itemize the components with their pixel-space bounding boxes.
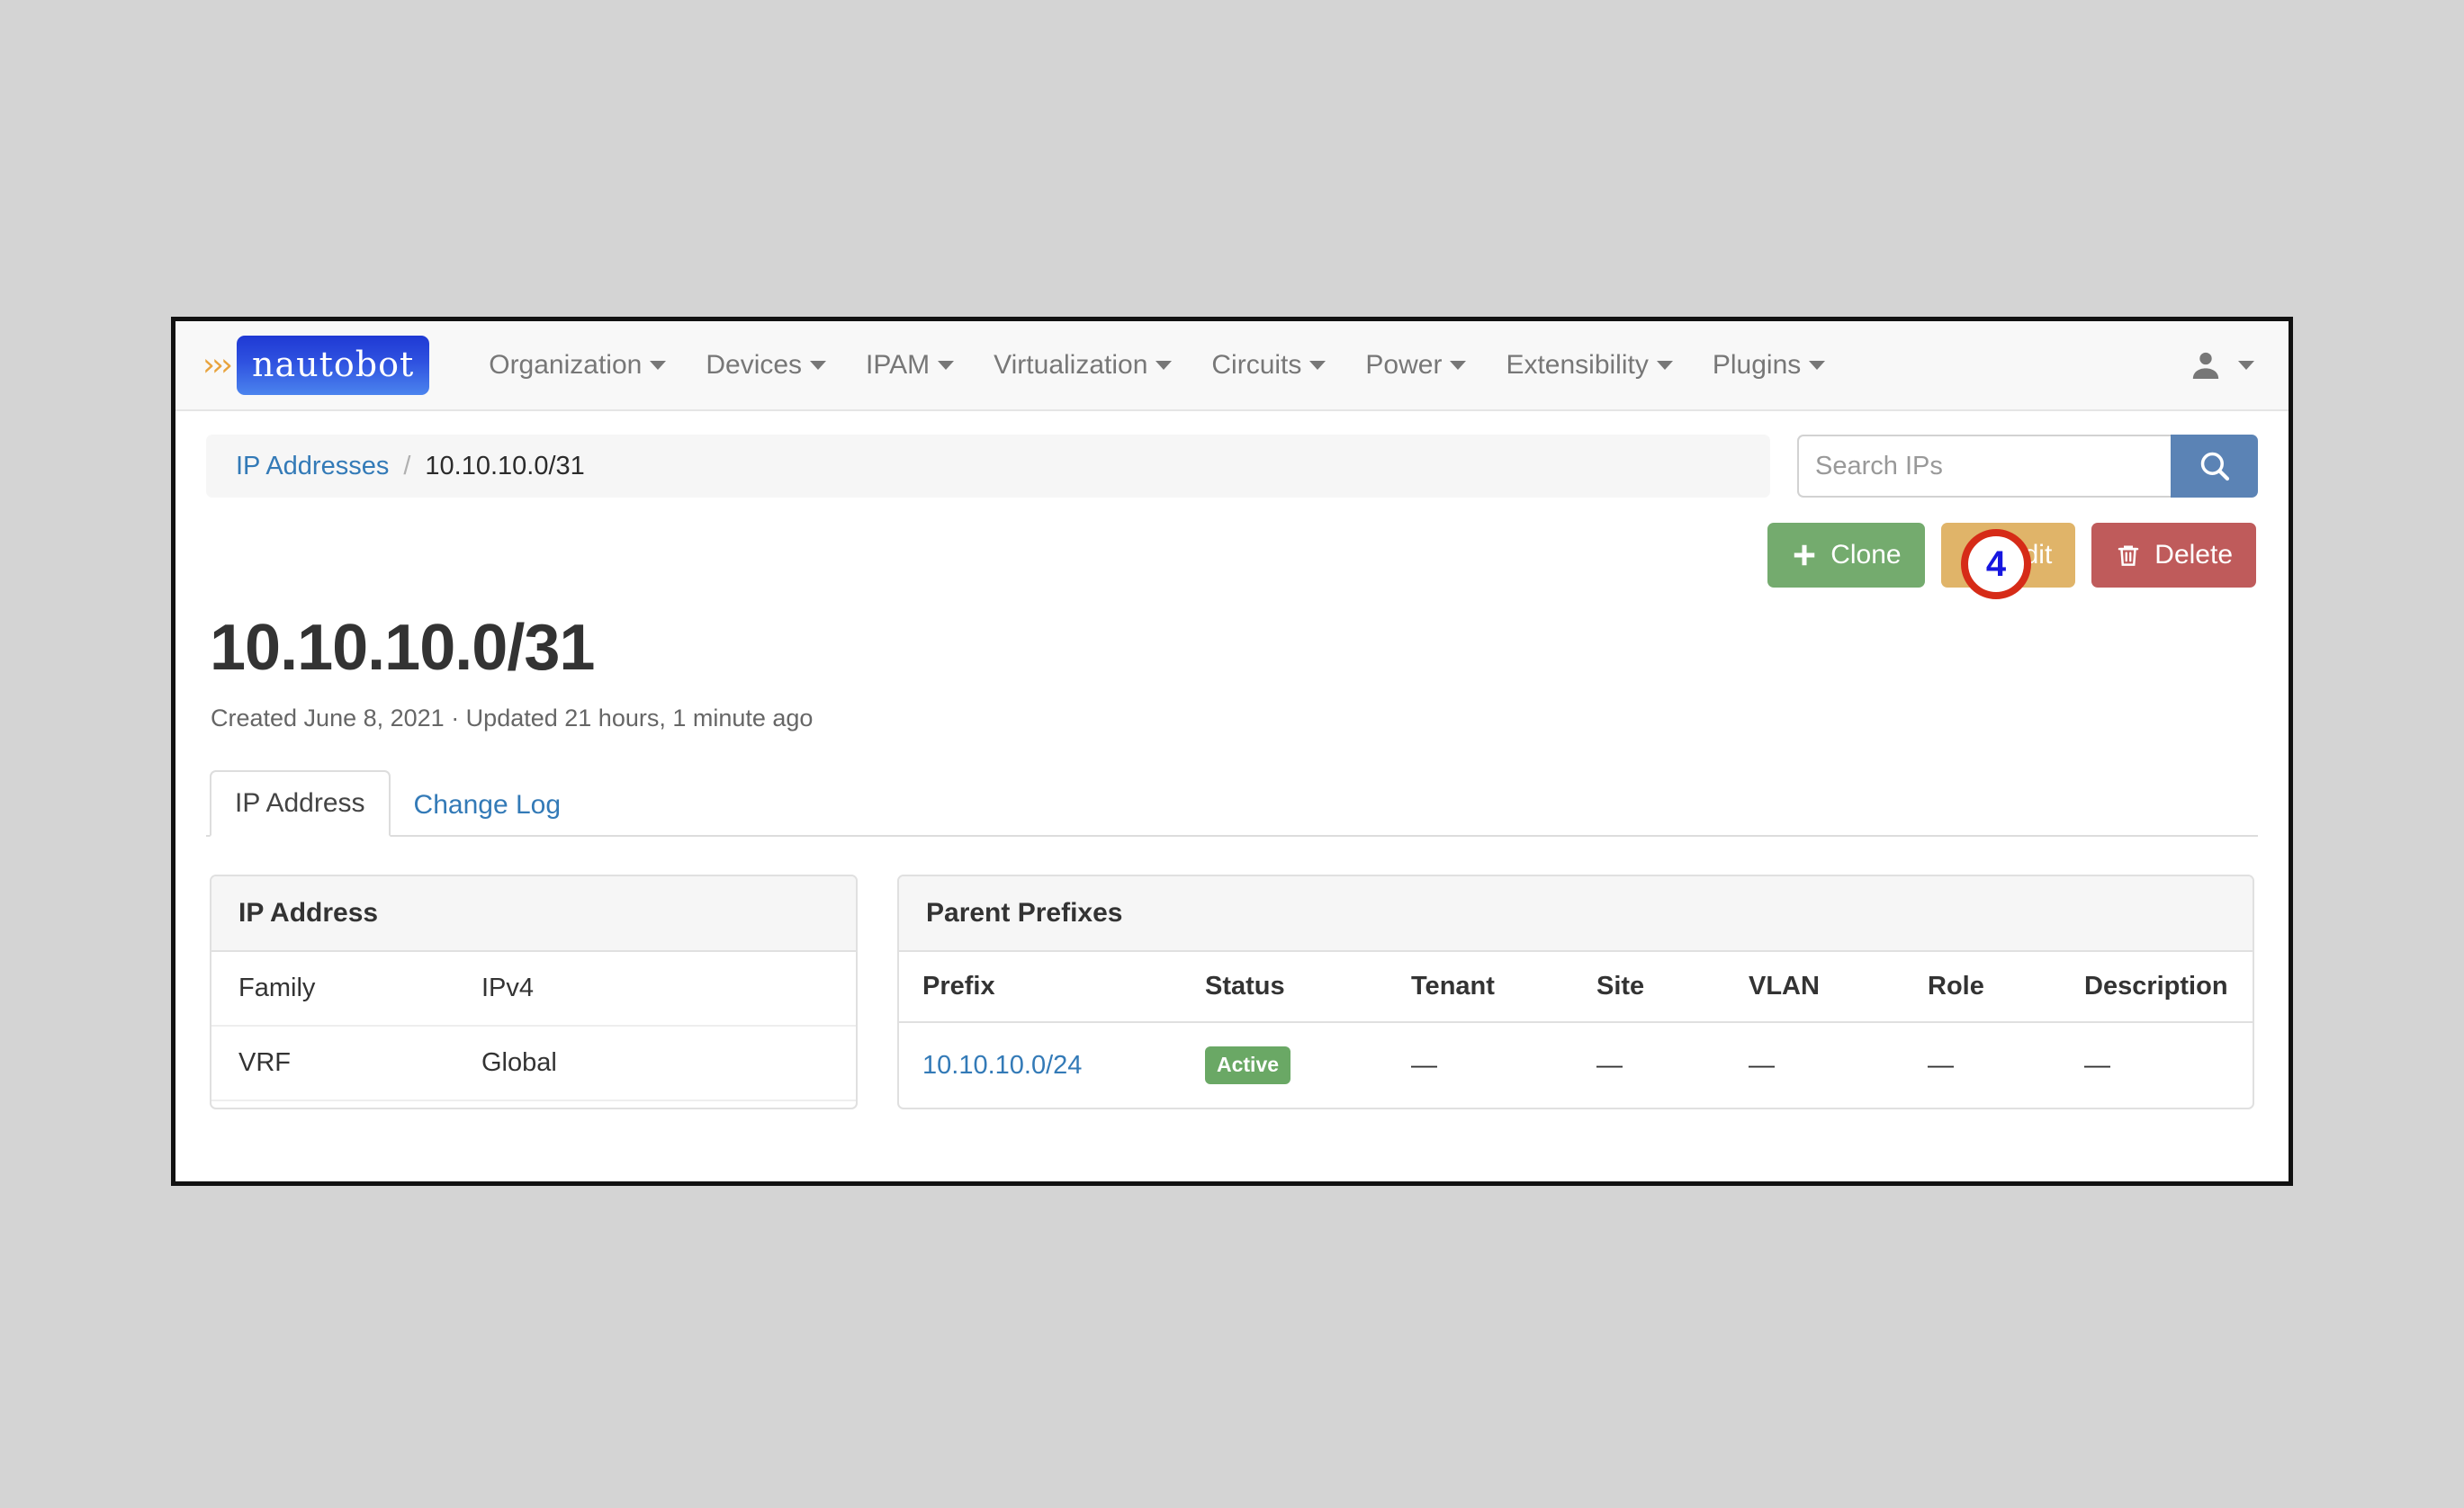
row-value: Global bbox=[454, 1026, 856, 1100]
trash-icon bbox=[2115, 542, 2142, 569]
nav-item-extensibility[interactable]: Extensibility bbox=[1486, 350, 1692, 381]
search-input[interactable] bbox=[1797, 435, 2171, 498]
plus-icon bbox=[1791, 542, 1818, 569]
screenshot-canvas: ››› nautobot Organization Devices IPAM V… bbox=[0, 0, 2464, 1508]
row-key: VRF bbox=[211, 1026, 454, 1100]
column-header-status: Status bbox=[1205, 952, 1411, 1022]
chevron-down-icon bbox=[810, 361, 826, 370]
column-header-tenant: Tenant bbox=[1411, 952, 1596, 1022]
cell-description: — bbox=[2084, 1022, 2253, 1108]
breadcrumb: IP Addresses / 10.10.10.0/31 bbox=[206, 435, 1770, 498]
search-icon bbox=[2196, 447, 2234, 485]
nav-item-label: Power bbox=[1365, 350, 1442, 381]
chevron-down-icon bbox=[1809, 361, 1825, 370]
search-button[interactable] bbox=[2171, 435, 2258, 498]
nav-item-plugins[interactable]: Plugins bbox=[1693, 350, 1845, 381]
chevron-down-icon bbox=[1657, 361, 1673, 370]
parent-prefixes-table: Prefix Status Tenant Site VLAN Role Desc… bbox=[899, 952, 2253, 1108]
breadcrumb-separator: / bbox=[403, 452, 410, 481]
column-header-vlan: VLAN bbox=[1749, 952, 1928, 1022]
chevrons-icon: ››› bbox=[202, 350, 229, 381]
chevron-down-icon bbox=[1309, 361, 1326, 370]
column-header-site: Site bbox=[1596, 952, 1749, 1022]
tab-ip-address[interactable]: IP Address bbox=[210, 770, 391, 837]
clone-button-label: Clone bbox=[1830, 540, 1901, 570]
table-row: Family IPv4 bbox=[211, 952, 856, 1026]
nav-item-label: Plugins bbox=[1713, 350, 1801, 381]
cell-site: — bbox=[1596, 1022, 1749, 1108]
nav-item-ipam[interactable]: IPAM bbox=[846, 350, 974, 381]
nav-items: Organization Devices IPAM Virtualization… bbox=[469, 350, 2188, 381]
search-group bbox=[1797, 435, 2258, 498]
delete-button-label: Delete bbox=[2154, 540, 2233, 570]
nav-item-label: Circuits bbox=[1211, 350, 1301, 381]
cell-status: Active bbox=[1205, 1022, 1411, 1108]
ip-address-panel-title: IP Address bbox=[211, 876, 856, 952]
brand-logo[interactable]: ››› nautobot bbox=[202, 336, 429, 395]
panels-row: IP Address Family IPv4 VRF Global Parent bbox=[206, 875, 2258, 1109]
table-header-row: Prefix Status Tenant Site VLAN Role Desc… bbox=[899, 952, 2253, 1022]
chevron-down-icon bbox=[2238, 361, 2254, 370]
row-key: Family bbox=[211, 952, 454, 1026]
breadcrumb-current: 10.10.10.0/31 bbox=[425, 452, 584, 481]
nav-item-power[interactable]: Power bbox=[1345, 350, 1486, 381]
column-header-prefix: Prefix bbox=[899, 952, 1205, 1022]
chevron-down-icon bbox=[650, 361, 666, 370]
cell-role: — bbox=[1928, 1022, 2084, 1108]
action-buttons: Clone Edit Delete bbox=[206, 523, 2258, 588]
page-meta: Created June 8, 2021 · Updated 21 hours,… bbox=[211, 705, 2258, 732]
ip-address-panel: IP Address Family IPv4 VRF Global bbox=[210, 875, 858, 1109]
nav-item-label: Organization bbox=[489, 350, 642, 381]
tab-change-log[interactable]: Change Log bbox=[391, 774, 584, 837]
chevron-down-icon bbox=[1450, 361, 1466, 370]
chevron-down-icon bbox=[1156, 361, 1172, 370]
chevron-down-icon bbox=[938, 361, 954, 370]
column-header-description: Description bbox=[2084, 952, 2253, 1022]
parent-prefixes-panel: Parent Prefixes Prefix Status Tenant Sit… bbox=[897, 875, 2254, 1109]
user-icon bbox=[2188, 347, 2224, 383]
cell-prefix: 10.10.10.0/24 bbox=[899, 1022, 1205, 1108]
nav-item-label: IPAM bbox=[866, 350, 930, 381]
table-row: 10.10.10.0/24 Active — — — — — bbox=[899, 1022, 2253, 1108]
row-value: IPv4 bbox=[454, 952, 856, 1026]
nav-item-devices[interactable]: Devices bbox=[686, 350, 846, 381]
status-badge: Active bbox=[1205, 1046, 1290, 1084]
column-header-role: Role bbox=[1928, 952, 2084, 1022]
table-row: VRF Global bbox=[211, 1026, 856, 1100]
page-title: 10.10.10.0/31 bbox=[210, 611, 2258, 685]
breadcrumb-link-ip-addresses[interactable]: IP Addresses bbox=[236, 452, 389, 481]
nav-item-label: Devices bbox=[706, 350, 802, 381]
breadcrumb-search-row: IP Addresses / 10.10.10.0/31 bbox=[206, 411, 2258, 498]
prefix-link[interactable]: 10.10.10.0/24 bbox=[922, 1051, 1082, 1080]
nav-item-label: Virtualization bbox=[994, 350, 1147, 381]
tab-bar: IP Address Change Log bbox=[206, 768, 2258, 837]
nav-item-virtualization[interactable]: Virtualization bbox=[974, 350, 1192, 381]
clone-button[interactable]: Clone bbox=[1767, 523, 1924, 588]
page-content: IP Addresses / 10.10.10.0/31 bbox=[175, 411, 2289, 1109]
cell-vlan: — bbox=[1749, 1022, 1928, 1108]
step-annotation-marker: 4 bbox=[1961, 529, 2031, 599]
nav-item-circuits[interactable]: Circuits bbox=[1192, 350, 1345, 381]
nautobot-wordmark: nautobot bbox=[237, 336, 429, 395]
ip-address-table: Family IPv4 VRF Global bbox=[211, 952, 856, 1101]
parent-prefixes-panel-title: Parent Prefixes bbox=[899, 876, 2253, 952]
nav-item-organization[interactable]: Organization bbox=[469, 350, 686, 381]
user-menu[interactable] bbox=[2188, 347, 2260, 383]
nav-item-label: Extensibility bbox=[1506, 350, 1648, 381]
cell-tenant: — bbox=[1411, 1022, 1596, 1108]
browser-window: ››› nautobot Organization Devices IPAM V… bbox=[171, 317, 2293, 1186]
top-navbar: ››› nautobot Organization Devices IPAM V… bbox=[175, 321, 2289, 411]
delete-button[interactable]: Delete bbox=[2091, 523, 2256, 588]
